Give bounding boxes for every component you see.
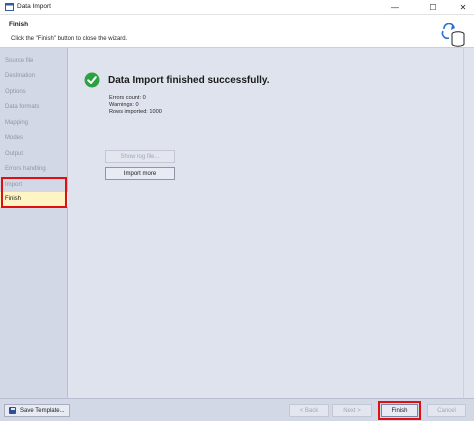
- cancel-button[interactable]: Cancel: [427, 404, 466, 417]
- minimize-button[interactable]: —: [384, 0, 406, 14]
- back-button[interactable]: < Back: [289, 404, 329, 417]
- sidebar-item-destination: Destination: [5, 73, 36, 79]
- save-template-label: Save Template...: [20, 407, 65, 414]
- sidebar-item-modes: Modes: [5, 135, 24, 141]
- sidebar-item-source-file: Source file: [5, 58, 34, 64]
- sidebar-item-output: Output: [5, 151, 24, 157]
- show-log-file-button[interactable]: Show log file...: [105, 150, 175, 163]
- steps-highlight-annotation: [1, 177, 67, 208]
- save-icon: [9, 407, 16, 414]
- content-scrollbar[interactable]: [463, 48, 474, 398]
- sidebar-item-data-formats: Data formats: [5, 104, 40, 110]
- import-more-button[interactable]: Import more: [105, 167, 175, 180]
- title-bar: Data Import — ☐ ✕: [0, 0, 474, 14]
- save-template-button[interactable]: Save Template...: [4, 404, 70, 417]
- check-circle-icon: [84, 72, 100, 88]
- success-message: Data Import finished successfully.: [108, 75, 270, 86]
- window-title: Data Import: [17, 3, 51, 10]
- database-export-icon: [441, 23, 465, 47]
- page-subtitle: Click the "Finish" button to close the w…: [11, 36, 128, 42]
- maximize-button[interactable]: ☐: [422, 0, 444, 14]
- rows-imported-text: Rows imported: 1000: [109, 109, 162, 115]
- sidebar-item-mapping: Mapping: [5, 120, 29, 126]
- next-button[interactable]: Next >: [332, 404, 372, 417]
- app-icon: [5, 3, 14, 11]
- page-title: Finish: [9, 21, 29, 28]
- sidebar-item-options: Options: [5, 89, 26, 95]
- errors-count-text: Errors count: 0: [109, 95, 146, 101]
- close-button[interactable]: ✕: [452, 0, 474, 14]
- wizard-header: Finish Click the "Finish" button to clos…: [0, 14, 474, 48]
- finish-highlight-annotation: [378, 401, 421, 420]
- warnings-text: Warnings: 0: [109, 102, 139, 108]
- sidebar-item-errors-handling: Errors handling: [5, 166, 46, 172]
- wizard-steps-sidebar: Source file Destination Options Data for…: [0, 48, 68, 398]
